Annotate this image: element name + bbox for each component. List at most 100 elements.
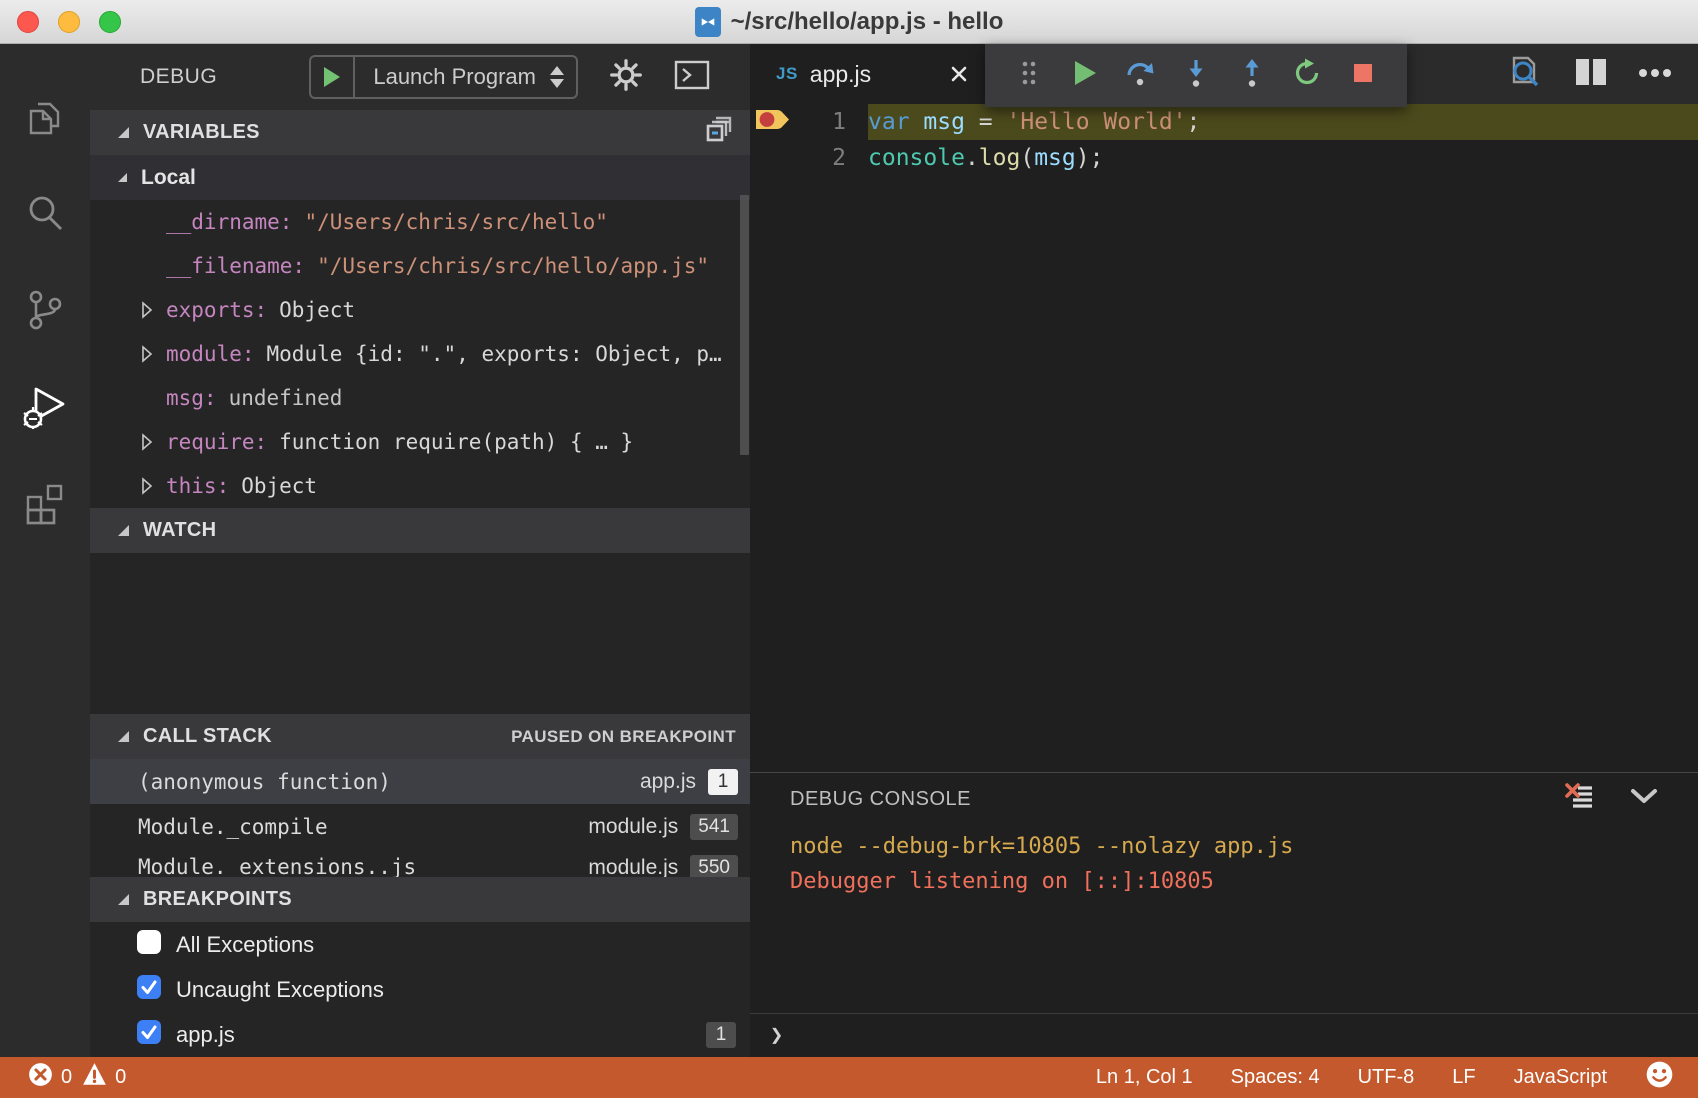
close-tab-button[interactable] <box>950 65 968 83</box>
extensions-icon <box>21 478 69 531</box>
variable-row[interactable]: msg:undefined <box>90 376 750 420</box>
variable-row[interactable]: module:Module {id: ".", exports: Object,… <box>90 332 750 376</box>
minimize-window-button[interactable] <box>58 11 80 33</box>
breakpoint-row[interactable]: All Exceptions <box>90 922 750 967</box>
activity-explorer[interactable] <box>0 72 90 168</box>
variable-row[interactable]: exports:Object <box>90 288 750 332</box>
frame-location: app.js1 <box>640 769 738 795</box>
step-out-button[interactable] <box>1224 44 1280 107</box>
open-file-search-button[interactable] <box>1504 52 1544 97</box>
tab-app-js[interactable]: JS app.js <box>750 44 986 104</box>
scope-local-row[interactable]: Local <box>90 155 750 200</box>
call-stack-frame[interactable]: Module._extensions..jsmodule.js550 <box>90 849 750 877</box>
checkbox-checked[interactable] <box>136 1019 162 1050</box>
breakpoint-slot[interactable] <box>750 107 794 138</box>
editor-gutter[interactable]: 1 <box>750 104 868 140</box>
collapse-triangle-icon <box>118 173 127 182</box>
activity-search[interactable] <box>0 168 90 264</box>
variable-row[interactable]: require:function require(path) { … } <box>90 420 750 464</box>
frame-line-badge: 1 <box>708 769 738 795</box>
breakpoint-label: Uncaught Exceptions <box>176 977 384 1003</box>
warnings-indicator[interactable]: 0 <box>82 1062 126 1093</box>
close-window-button[interactable] <box>17 11 39 33</box>
activity-bar <box>0 44 90 1057</box>
errors-indicator[interactable]: 0 <box>28 1062 72 1093</box>
continue-icon <box>1072 59 1098 92</box>
checkbox-checked[interactable] <box>136 974 162 1005</box>
vscode-window: ~/src/hello/app.js - hello DEBU <box>0 0 1698 1098</box>
language-mode[interactable]: JavaScript <box>1514 1066 1607 1089</box>
expand-arrow-icon <box>140 301 154 319</box>
step-into-button[interactable] <box>1168 44 1224 107</box>
breakpoint-row[interactable]: app.js1 <box>90 1012 750 1057</box>
variable-row[interactable]: this:Object <box>90 464 750 508</box>
activity-extensions[interactable] <box>0 456 90 552</box>
breakpoint-count-badge: 1 <box>706 1022 736 1048</box>
frame-file: module.js <box>588 815 678 839</box>
titlebar: ~/src/hello/app.js - hello <box>0 0 1698 44</box>
frame-name: Module._compile <box>138 815 328 839</box>
encoding[interactable]: UTF-8 <box>1358 1066 1415 1089</box>
cursor-position[interactable]: Ln 1, Col 1 <box>1096 1066 1193 1089</box>
checkbox-unchecked[interactable] <box>136 929 162 960</box>
paused-breakpoint-icon[interactable] <box>754 107 790 138</box>
window-title: ~/src/hello/app.js - hello <box>731 8 1004 36</box>
call-stack-frame[interactable]: (anonymous function)app.js1 <box>90 759 750 804</box>
code-token: 'Hello World' <box>1007 109 1187 135</box>
call-stack-list: (anonymous function)app.js1Module._compi… <box>90 759 750 877</box>
panel-header: DEBUG CONSOLE <box>750 773 1698 825</box>
call-stack-section-header[interactable]: CALL STACK PAUSED ON BREAKPOINT <box>90 714 750 759</box>
zoom-window-button[interactable] <box>99 11 121 33</box>
error-count: 0 <box>61 1066 72 1089</box>
call-stack-frame[interactable]: Module._compile module.js 541 <box>90 804 750 849</box>
debug-configuration-dropdown[interactable]: Launch Program <box>309 55 578 99</box>
console-input[interactable]: ❯ <box>750 1013 1698 1057</box>
toolbar-drag-handle[interactable] <box>1001 44 1057 107</box>
debug-settings-button[interactable] <box>608 57 644 98</box>
status-bar: 0 0 Ln 1, Col 1 Spaces: 4 UTF-8 LF JavaS… <box>0 1057 1698 1098</box>
frame-line-badge: 550 <box>690 855 738 877</box>
more-actions-button[interactable] <box>1638 65 1672 83</box>
variable-row[interactable]: __filename:"/Users/chris/src/hello/app.j… <box>90 244 750 288</box>
debug-sidebar: DEBUG Launch Program <box>90 44 750 1057</box>
variable-value: "/Users/chris/src/hello/app.js" <box>317 254 709 278</box>
variable-name: exports: <box>166 298 267 322</box>
clear-console-button[interactable] <box>1564 782 1596 817</box>
open-debug-console-button[interactable] <box>674 60 710 95</box>
step-into-icon <box>1184 58 1208 93</box>
eol-sequence[interactable]: LF <box>1452 1066 1475 1089</box>
breakpoint-row[interactable]: Uncaught Exceptions <box>90 967 750 1012</box>
line-number: 2 <box>832 145 868 171</box>
activity-debug[interactable] <box>0 360 90 456</box>
variable-name: module: <box>166 342 255 366</box>
variable-name: this: <box>166 474 229 498</box>
watch-empty-area <box>90 553 750 714</box>
code-line[interactable]: 2console.log(msg); <box>750 140 1698 176</box>
warning-count: 0 <box>115 1066 126 1089</box>
restart-button[interactable] <box>1280 44 1336 107</box>
feedback-smiley-button[interactable] <box>1645 1060 1674 1095</box>
activity-source-control[interactable] <box>0 264 90 360</box>
indentation[interactable]: Spaces: 4 <box>1231 1066 1320 1089</box>
variables-section-header[interactable]: VARIABLES <box>90 110 750 155</box>
collapse-all-button[interactable] <box>704 114 736 151</box>
continue-button[interactable] <box>1057 44 1113 107</box>
error-icon <box>28 1062 53 1093</box>
collapse-triangle-icon <box>118 525 129 536</box>
editor-gutter[interactable]: 2 <box>750 140 868 176</box>
stop-button[interactable] <box>1335 44 1391 107</box>
debug-toolbar <box>985 44 1407 107</box>
collapse-panel-button[interactable] <box>1630 788 1658 810</box>
watch-section-header[interactable]: WATCH <box>90 508 750 553</box>
frame-line-badge: 541 <box>690 814 738 840</box>
split-editor-button[interactable] <box>1574 57 1608 92</box>
line-number: 1 <box>832 109 868 135</box>
start-debug-icon[interactable] <box>311 57 355 97</box>
breakpoints-section-header[interactable]: BREAKPOINTS <box>90 877 750 922</box>
code-line[interactable]: 1var msg = 'Hello World'; <box>750 104 1698 140</box>
variable-row[interactable]: __dirname:"/Users/chris/src/hello" <box>90 200 750 244</box>
code-token <box>910 109 924 135</box>
step-over-button[interactable] <box>1112 44 1168 107</box>
code-editor[interactable]: 1var msg = 'Hello World';2console.log(ms… <box>750 104 1698 772</box>
sidebar-scrollbar[interactable] <box>740 195 749 455</box>
